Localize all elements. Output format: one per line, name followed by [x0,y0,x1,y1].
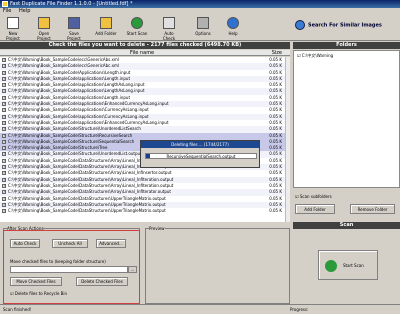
play-icon [325,260,337,272]
new-file-icon [7,17,19,29]
col-size[interactable]: Size [272,50,282,56]
help-label: Help [228,31,238,36]
row-checkbox[interactable] [2,196,6,202]
start-scan-button[interactable]: Start Scan [126,17,148,40]
menu-file[interactable]: File [3,8,11,14]
menu-bar: File Help [0,8,400,15]
auto-check-label: Auto Check [162,31,176,41]
progress-label: Progress: [290,307,309,312]
row-checkbox[interactable] [2,114,6,120]
dialog-file: RecursiveSequentialSearch.output [166,154,236,159]
options-button[interactable]: Options [192,17,214,40]
row-checkbox[interactable] [2,202,6,208]
file-list-scrollbar[interactable] [285,57,290,222]
row-checkbox[interactable] [2,126,6,133]
start-icon [131,17,143,29]
open-project-label: Open Project [37,31,51,41]
options-icon [197,17,209,29]
image-search-icon [295,20,305,30]
table-row[interactable]: C:\中文\Warning\Book_SampleCode\DataStruct… [0,208,285,214]
preview-label: Preview [149,226,165,231]
menu-help[interactable]: Help [19,8,30,14]
similar-images-button[interactable]: Search For Similar Images [295,20,382,30]
files-header: Check the files you want to delete - 217… [0,42,290,49]
deleting-dialog: Deleting files ... (1744/2177) Recursive… [140,140,260,168]
row-checkbox[interactable] [2,76,6,82]
help-button[interactable]: Help [222,17,244,40]
row-checkbox[interactable] [2,120,6,126]
highlight-box [3,230,140,304]
scan-subfolders-label: Scan subfolders [299,194,332,199]
scan-subfolders-checkbox[interactable]: ☑ Scan subfolders [295,194,332,199]
add-folder-label: Add Folder [95,31,117,36]
new-project-button[interactable]: New Project [2,17,24,41]
row-checkbox[interactable] [2,95,6,101]
scan-header: Scan [293,222,400,229]
dialog-progress: RecursiveSequentialSearch.output [145,153,257,159]
similar-images-label: Search For Similar Images [308,22,382,29]
row-checkbox[interactable] [2,139,6,145]
row-checkbox[interactable] [2,145,6,151]
row-checkbox[interactable] [2,101,6,107]
start-scan-panel-label: Start Scan [343,263,364,268]
folder-item[interactable]: ☑ C:\中文\Warning [297,53,333,59]
auto-check-button[interactable]: Auto Check [158,17,180,41]
row-checkbox[interactable] [2,158,6,164]
row-size: 0.05 K [269,208,282,214]
check-icon [163,17,175,29]
row-checkbox[interactable] [2,63,6,70]
save-project-button[interactable]: Save Project [63,17,85,41]
status-text: Scan finished! [3,307,32,312]
add-folder-button[interactable]: Add Folder [95,17,117,40]
row-checkbox[interactable] [2,70,6,76]
row-path: C:\中文\Warning\Book_SampleCode\DataStruct… [8,208,166,214]
column-header: File name Size [0,50,290,56]
row-checkbox[interactable] [2,177,6,183]
start-scan-label: Start Scan [126,31,148,36]
folder-item-label: C:\中文\Warning [301,53,334,58]
status-bar: Scan finished! Progress: [0,304,400,314]
dialog-progress-fill [146,154,151,158]
row-checkbox[interactable] [2,88,6,95]
row-checkbox[interactable] [2,208,6,214]
row-checkbox[interactable] [2,107,6,114]
title-bar: Fast Duplicate File Finder 1.1.0.0 - [Un… [0,0,400,8]
preview-panel: Preview [145,226,290,304]
row-checkbox[interactable] [2,164,6,170]
dialog-title: Deleting files ... (1744/2177) [141,141,259,148]
row-checkbox[interactable] [2,57,6,63]
add-folder-panel-button[interactable]: Add Folder [295,204,335,214]
folders-list[interactable] [293,50,400,188]
options-label: Options [195,31,211,36]
save-icon [68,17,80,29]
remove-folder-button[interactable]: Remove Folder [350,204,395,214]
row-checkbox[interactable] [2,170,6,177]
row-checkbox[interactable] [2,82,6,88]
window-title: Fast Duplicate File Finder 1.1.0.0 - [Un… [10,1,133,7]
folders-header: Folders [293,42,400,49]
save-project-label: Save Project [67,31,81,41]
row-checkbox[interactable] [2,189,6,196]
add-folder-icon [100,17,112,29]
row-checkbox[interactable] [2,133,6,139]
open-folder-icon [38,17,50,29]
help-icon [227,17,239,29]
app-icon [2,1,8,7]
col-file-name[interactable]: File name [130,50,154,56]
start-scan-panel-button[interactable]: Start Scan [318,250,378,280]
new-project-label: New Project [6,31,20,41]
row-checkbox[interactable] [2,151,6,158]
open-project-button[interactable]: Open Project [33,17,55,41]
row-checkbox[interactable] [2,183,6,189]
